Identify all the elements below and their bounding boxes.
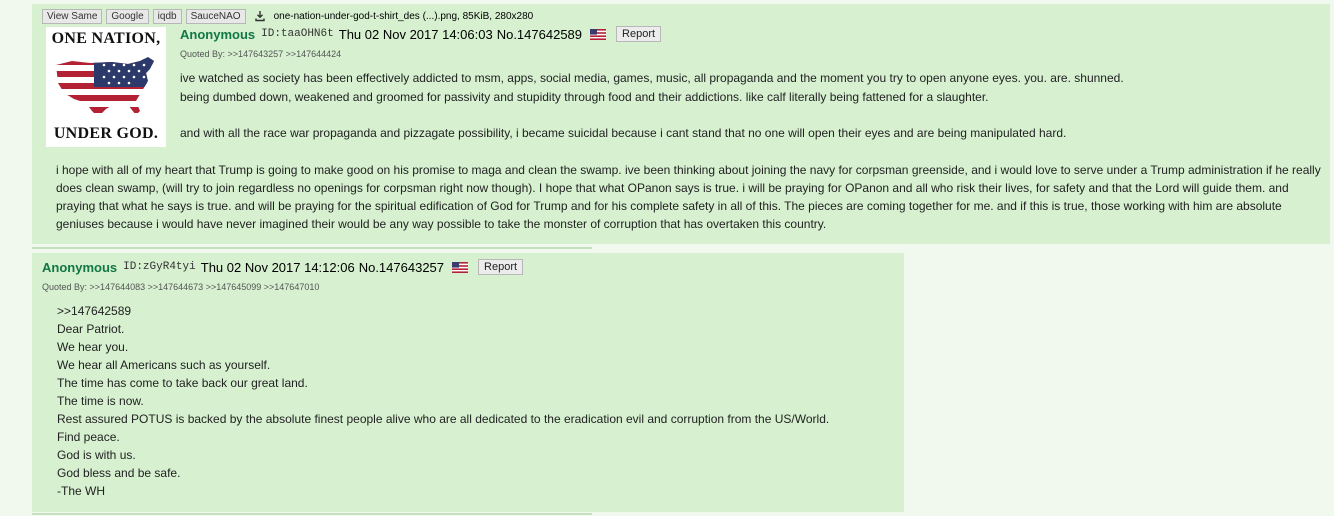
post-147642589: View Same Google iqdb SauceNAO one-natio… xyxy=(32,4,1330,244)
post-text-line: being dumbed down, weakened and groomed … xyxy=(180,90,989,104)
post-thumbnail[interactable]: ONE NATION, UNDER GOD. xyxy=(46,27,166,147)
file-info-bar: View Same Google iqdb SauceNAO one-natio… xyxy=(42,8,533,24)
quote-link[interactable]: >>147645099 xyxy=(206,282,262,292)
quote-link[interactable]: >>147644673 xyxy=(148,282,204,292)
post-text-line: We hear all Americans such as yourself. xyxy=(57,358,271,372)
download-icon[interactable] xyxy=(253,10,267,23)
post-text-line: and with all the race war propaganda and… xyxy=(180,126,1067,140)
post-text-line: Dear Patriot. xyxy=(57,322,125,336)
report-button[interactable]: Report xyxy=(478,259,524,275)
quoted-by: Quoted By: >>147643257 >>147644424 xyxy=(180,49,341,59)
post-147643257: Anonymous ID:zGyR4tyi Thu 02 Nov 2017 14… xyxy=(32,253,904,512)
post-text-line: The time has come to take back our great… xyxy=(57,376,308,390)
saucenao-search-button[interactable]: SauceNAO xyxy=(185,8,246,24)
post-text-line: Find peace. xyxy=(57,430,120,444)
post-text-line: We hear you. xyxy=(57,340,129,354)
quote-link[interactable]: >>147644083 xyxy=(90,282,146,292)
quoted-by-label: Quoted By: xyxy=(42,282,88,292)
post-text-line: God bless and be safe. xyxy=(57,466,181,480)
quote-link[interactable]: >>147647010 xyxy=(264,282,320,292)
quoted-by: Quoted By: >>147644083 >>147644673 >>147… xyxy=(42,282,319,292)
file-name-link[interactable]: one-nation-under-god-t-shirt_des (...).p… xyxy=(274,11,534,22)
post-number-link[interactable]: No.147643257 xyxy=(359,260,444,275)
quoted-by-label: Quoted By: xyxy=(180,49,226,59)
post-text-line: God is with us. xyxy=(57,448,136,462)
poster-name: Anonymous xyxy=(180,26,256,42)
post-text-line: The time is now. xyxy=(57,394,144,408)
post-text-paragraph: i hope with all of my heart that Trump i… xyxy=(56,163,1321,231)
quote-backlink[interactable]: >>147642589 xyxy=(57,302,829,320)
post-text-line: Rest assured POTUS is backed by the abso… xyxy=(57,412,830,426)
post-header: Anonymous ID:taaOHN6t Thu 02 Nov 2017 14… xyxy=(180,26,662,42)
google-search-button[interactable]: Google xyxy=(106,8,149,24)
us-flag-icon xyxy=(452,261,469,273)
post-message: >>147642589 Dear Patriot. We hear you. W… xyxy=(57,302,829,500)
quote-link[interactable]: >>147643257 xyxy=(228,49,284,59)
quote-link[interactable]: >>147644424 xyxy=(286,49,342,59)
view-same-button[interactable]: View Same xyxy=(42,8,103,24)
post-date: Thu 02 Nov 2017 14:06:03 xyxy=(338,26,493,42)
thumbnail-text-bottom: UNDER GOD. xyxy=(53,125,159,142)
post-divider xyxy=(32,513,592,515)
poster-id[interactable]: ID:zGyR4tyi xyxy=(123,261,196,273)
post-header: Anonymous ID:zGyR4tyi Thu 02 Nov 2017 14… xyxy=(42,259,524,275)
post-divider xyxy=(32,247,592,249)
iqdb-search-button[interactable]: iqdb xyxy=(152,8,182,24)
poster-name: Anonymous xyxy=(42,259,118,275)
us-flag-icon xyxy=(590,28,607,40)
post-text-line: -The WH xyxy=(57,484,105,498)
post-number-link[interactable]: No.147642589 xyxy=(497,27,582,42)
report-button[interactable]: Report xyxy=(616,26,662,42)
us-map-flag-image xyxy=(56,57,154,117)
thumbnail-text-top: ONE NATION, xyxy=(51,30,161,47)
poster-id[interactable]: ID:taaOHN6t xyxy=(261,28,334,40)
post-date: Thu 02 Nov 2017 14:12:06 xyxy=(200,259,355,275)
post-text-line: ive watched as society has been effectiv… xyxy=(180,71,1124,85)
